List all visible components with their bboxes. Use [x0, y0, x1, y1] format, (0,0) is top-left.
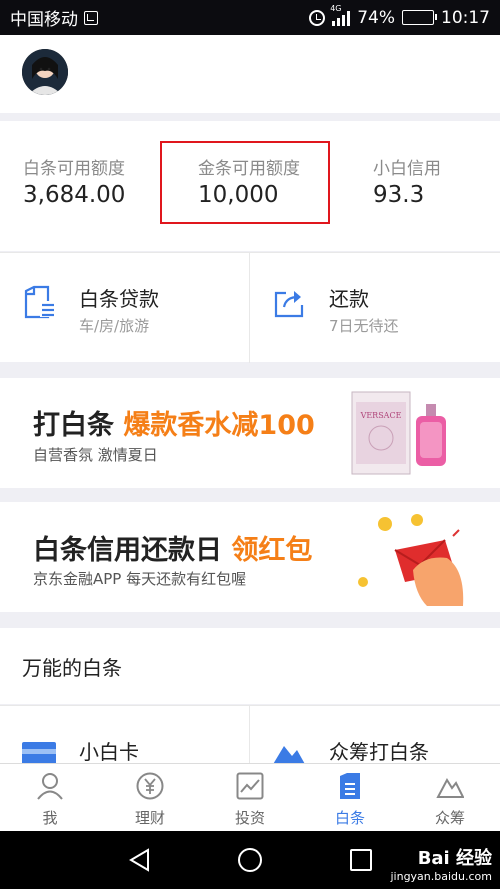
- red-packet-image: [358, 514, 464, 606]
- signal-icon: 4G: [330, 4, 351, 26]
- carrier-name: 中国移动: [10, 10, 78, 30]
- mountain-icon: [436, 777, 464, 798]
- feature-title: 众筹打白条: [329, 740, 429, 763]
- ious-loan-button[interactable]: 白条贷款 车/房/旅游: [0, 253, 249, 363]
- feature-title: 小白卡: [79, 740, 139, 763]
- alarm-icon: [309, 9, 326, 26]
- avatar[interactable]: [22, 49, 68, 95]
- perfume-promo-banner[interactable]: 打白条 爆款香水减100 自营香氛 激情夏日 VERSACE: [0, 378, 500, 488]
- status-carrier: 中国移动: [10, 5, 98, 30]
- battery-icon: [402, 10, 437, 25]
- tab-ious[interactable]: 白条: [300, 764, 400, 832]
- share-icon: [274, 291, 304, 318]
- credit-label: 白条可用额度: [23, 159, 125, 179]
- service-subtitle: 车/房/旅游: [79, 317, 150, 335]
- person-icon: [37, 773, 63, 800]
- watermark: Bai 经验 jingyan.baidu.com: [390, 844, 492, 883]
- bottom-tab-bar: 我 理财 投资 白条 众筹: [0, 763, 500, 831]
- crowdfund-ious-button[interactable]: 众筹打白条: [250, 706, 499, 763]
- section-title: 万能的白条: [0, 628, 500, 704]
- tab-me[interactable]: 我: [0, 764, 100, 832]
- credit-label: 小白信用: [373, 159, 441, 179]
- screenshot-notification-icon: [84, 10, 98, 25]
- watermark-url: jingyan.baidu.com: [390, 870, 492, 883]
- tab-crowdfund[interactable]: 众筹: [400, 764, 500, 832]
- service-title: 白条贷款: [79, 287, 159, 311]
- tab-invest[interactable]: 投资: [200, 764, 300, 832]
- profile-header: [0, 35, 500, 113]
- network-type: 4G: [330, 3, 342, 13]
- document-icon: [24, 285, 54, 319]
- banner-tagline: 自营香氛 激情夏日: [33, 446, 158, 464]
- tab-label: 我: [42, 809, 58, 827]
- perfume-image: VERSACE: [351, 391, 446, 475]
- credit-item-score[interactable]: 小白信用 93.3: [373, 121, 493, 251]
- repay-redpacket-banner[interactable]: 白条信用还款日 领红包 京东金融APP 每天还款有红包喔: [0, 502, 500, 612]
- credit-summary: 白条可用额度 3,684.00 金条可用额度 10,000 小白信用 93.3: [0, 121, 500, 251]
- tab-label: 众筹: [434, 809, 465, 827]
- credit-value: 3,684.00: [23, 182, 126, 208]
- mountain-icon: [273, 746, 305, 763]
- home-icon[interactable]: [237, 847, 263, 873]
- android-nav-bar: Bai 经验 jingyan.baidu.com: [0, 831, 500, 889]
- xiaobai-card-button[interactable]: 小白卡: [0, 706, 249, 763]
- repay-button[interactable]: 还款 7日无待还: [250, 253, 499, 363]
- ious-icon: [340, 773, 360, 799]
- tab-wealth[interactable]: 理财: [100, 764, 200, 832]
- tab-label: 投资: [234, 809, 265, 827]
- card-icon: [22, 742, 56, 763]
- back-icon[interactable]: [128, 848, 152, 872]
- watermark-brand: Bai 经验: [417, 848, 492, 869]
- tab-label: 理财: [134, 809, 165, 827]
- svg-text:VERSACE: VERSACE: [360, 411, 402, 420]
- service-title: 还款: [329, 287, 369, 311]
- service-row: 白条贷款 车/房/旅游 还款 7日无待还: [0, 252, 500, 363]
- clock: 10:17: [441, 7, 490, 28]
- credit-value: 93.3: [373, 182, 425, 208]
- highlight-box: [160, 141, 330, 224]
- credit-item-ious[interactable]: 白条可用额度 3,684.00: [23, 121, 163, 251]
- chart-icon: [236, 772, 264, 800]
- recents-icon[interactable]: [350, 849, 372, 871]
- status-bar: 中国移动 4G 74% 10:17: [0, 0, 500, 35]
- feature-grid: 小白卡 众筹打白条: [0, 705, 500, 763]
- service-subtitle: 7日无待还: [329, 317, 399, 335]
- banner-headline: 白条信用还款日 领红包: [33, 535, 313, 566]
- banner-tagline: 京东金融APP 每天还款有红包喔: [33, 570, 247, 588]
- tab-label: 白条: [334, 809, 365, 827]
- yen-icon: [136, 772, 164, 800]
- banner-headline: 打白条 爆款香水减100: [33, 410, 315, 441]
- battery-percent: 74%: [357, 7, 395, 28]
